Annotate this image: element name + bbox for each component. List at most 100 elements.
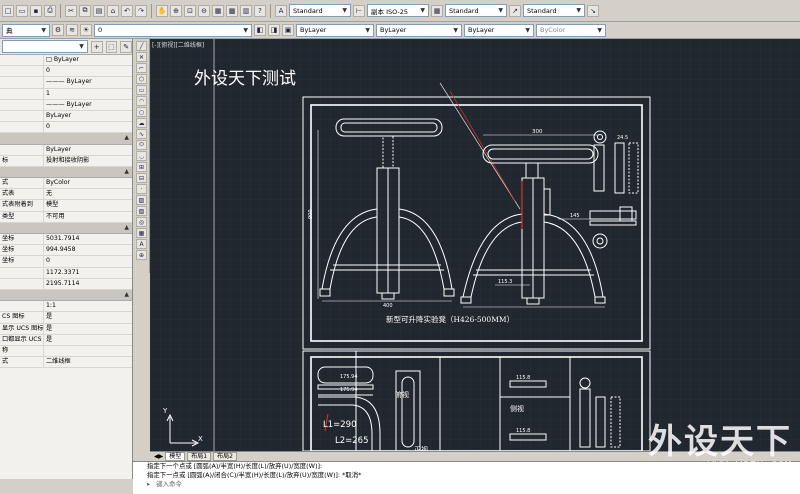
workspace-select[interactable]: 典 ▼ (2, 23, 50, 37)
lineweight-select[interactable]: ByLayer ▼ (464, 23, 534, 37)
property-row[interactable]: 0 (0, 66, 132, 78)
property-row[interactable]: 0 (0, 122, 132, 134)
ellipse-icon[interactable]: ⬭ (136, 140, 147, 150)
property-row[interactable]: ——— ByLayer (0, 77, 132, 89)
selection-select[interactable]: ▼ (2, 40, 88, 53)
match-properties-icon[interactable]: ⌂ (107, 4, 119, 17)
help-icon[interactable]: ? (254, 4, 266, 17)
select-objects-icon[interactable]: ⬚ (105, 40, 118, 53)
rectangle-icon[interactable]: ▭ (136, 85, 147, 95)
plotstyle-select[interactable]: ByColor ▼ (536, 23, 606, 37)
table-style-select[interactable]: Standard ▼ (445, 4, 507, 17)
revcloud-icon[interactable]: ☁ (136, 118, 147, 128)
insert-block-icon[interactable]: ⊞ (136, 162, 147, 172)
property-row[interactable]: □ ByLayer (0, 55, 132, 67)
polygon-icon[interactable]: ⬡ (136, 74, 147, 84)
line-icon[interactable]: ╱ (136, 41, 147, 51)
tab-model[interactable]: 模型 (165, 452, 186, 461)
cut-icon[interactable]: ✂ (65, 4, 77, 17)
linetype-select[interactable]: ByLayer ▼ (376, 23, 462, 37)
color-select[interactable]: ByLayer ▼ (296, 23, 374, 37)
properties-icon[interactable]: ▦ (212, 4, 224, 17)
tool-palettes-icon[interactable]: ▥ (240, 4, 252, 17)
table-style-icon[interactable]: ▦ (431, 4, 443, 17)
property-section-header[interactable] (0, 289, 132, 302)
settings-icon[interactable]: ⚙ (52, 24, 64, 36)
tab-layout1[interactable]: 布局1 (187, 452, 212, 461)
print-icon[interactable]: ⎙ (44, 4, 56, 17)
property-row[interactable]: 坐标 994.9458 (0, 245, 132, 257)
make-block-icon[interactable]: ⊟ (136, 173, 147, 183)
property-row[interactable]: 坐标 5031.7914 (0, 234, 132, 246)
cmd-input[interactable]: ▸ 键入命令 (147, 480, 800, 489)
property-row[interactable]: 显示 UCS 图标是 (0, 323, 132, 335)
redo-icon[interactable]: ↷ (135, 4, 147, 17)
zoom-previous-icon[interactable]: ⊖ (198, 4, 210, 17)
property-section-header[interactable] (0, 222, 132, 234)
arc-icon[interactable]: ◠ (136, 96, 147, 106)
save-icon[interactable]: ▪ (30, 4, 42, 17)
hatch-icon[interactable]: ▨ (136, 195, 147, 205)
text-style-select[interactable]: Standard ▼ (289, 4, 351, 17)
design-center-icon[interactable]: ▩ (226, 4, 238, 17)
quick-select-icon[interactable]: ✎ (120, 40, 132, 53)
property-section-header[interactable] (0, 133, 132, 145)
polyline-icon[interactable]: ⌐ (136, 63, 147, 73)
zoom-window-icon[interactable]: ⊡ (184, 4, 196, 17)
make-current-icon[interactable]: ◧ (254, 24, 266, 36)
property-row[interactable]: 式 ByColor (0, 178, 132, 190)
property-row[interactable]: 类型 不可用 (0, 211, 132, 223)
viewport-controls[interactable]: [-][俯视][二维线框] (152, 40, 204, 49)
paste-icon[interactable]: ▤ (93, 4, 105, 17)
mleader-style-select[interactable]: Standard ▼ (523, 4, 585, 17)
property-row[interactable]: 1:1 (0, 301, 132, 313)
property-section-header[interactable] (0, 166, 132, 179)
circle-icon[interactable]: ○ (136, 107, 147, 117)
region-icon[interactable]: ◎ (136, 217, 147, 227)
property-row[interactable]: 坐标 0 (0, 256, 132, 268)
spline-icon[interactable]: ∿ (136, 129, 147, 139)
layer-manager-icon[interactable]: ≋ (66, 24, 78, 36)
property-row[interactable]: 式表无 (0, 189, 132, 201)
text-style-icon[interactable]: A (275, 4, 287, 17)
open-file-icon[interactable]: ▭ (16, 4, 28, 17)
tab-nav-icon[interactable]: ◀▶ (154, 453, 163, 460)
drawing-canvas[interactable]: 900 400 300 115.3 145 24.5 新型可升降实验凳（H426… (150, 39, 800, 451)
zoom-realtime-icon[interactable]: ⊕ (170, 4, 182, 17)
property-row[interactable]: 口都显示 UCS 是 (0, 334, 132, 346)
lightbulb-icon[interactable]: ☀ (80, 24, 92, 36)
construction-line-icon[interactable]: ✕ (136, 52, 147, 62)
separator (60, 3, 61, 18)
property-row[interactable]: CS 图标是 (0, 312, 132, 324)
layer-state-icon[interactable]: ▣ (282, 24, 294, 36)
new-file-icon[interactable]: □ (2, 4, 14, 17)
copy-icon[interactable]: ⧉ (79, 4, 91, 17)
dim-style-icon[interactable]: ⊢ (353, 4, 365, 17)
layer-select[interactable]: 0 ▼ (94, 23, 252, 37)
property-row[interactable]: 1172.3371 (0, 267, 132, 279)
property-row[interactable]: 式表附着到 模型 (0, 200, 132, 212)
gradient-icon[interactable]: ▧ (136, 206, 147, 216)
property-row[interactable]: 1 (0, 88, 132, 100)
pickadd-icon[interactable]: + (90, 40, 103, 53)
layer-previous-icon[interactable]: ◨ (268, 24, 280, 36)
ellipse-arc-icon[interactable]: ◡ (136, 151, 147, 161)
mtext-icon[interactable]: A (136, 239, 147, 249)
property-row[interactable]: 式二维线框 (0, 357, 132, 369)
property-key: 式表附着到 (0, 200, 44, 211)
point-icon[interactable]: · (136, 184, 147, 194)
add-selected-icon[interactable]: ⊕ (136, 250, 147, 260)
property-row[interactable]: ——— ByLayer (0, 99, 132, 111)
undo-icon[interactable]: ↶ (121, 4, 133, 17)
property-row[interactable]: ByLayer (0, 144, 132, 156)
mleader-icon[interactable]: ↘ (587, 4, 599, 17)
table-icon[interactable]: ▦ (136, 228, 147, 238)
property-row[interactable]: ByLayer (0, 110, 132, 123)
mleader-style-icon[interactable]: ↗ (509, 4, 521, 17)
tab-layout2[interactable]: 布局2 (213, 452, 237, 461)
pan-icon[interactable]: ✋ (156, 4, 168, 17)
dim-style-select[interactable]: 副本 ISO-25 ▼ (367, 4, 429, 17)
property-row[interactable]: 称 (0, 345, 132, 358)
property-row[interactable]: 标投射和接收阴影 (0, 155, 132, 167)
property-row[interactable]: 2195.7114 (0, 278, 132, 290)
